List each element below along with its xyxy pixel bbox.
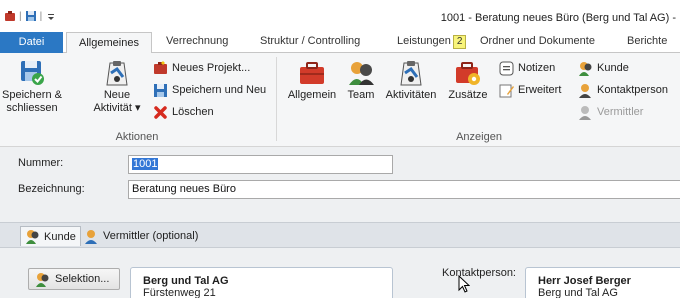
vermittler-button[interactable]: Vermittler xyxy=(578,104,643,120)
neue-aktivitaet-button[interactable]: Neue Aktivität ▾ xyxy=(88,59,146,115)
customize-qat-icon[interactable] xyxy=(45,10,57,22)
activity-clipboard-icon xyxy=(103,59,131,87)
contact-person-icon xyxy=(578,83,593,98)
save-close-icon xyxy=(18,59,46,87)
app-icon[interactable] xyxy=(4,10,16,22)
customer-panel: Selektion... Berg und Tal AG Fürstenweg … xyxy=(0,248,680,298)
speichern-label-1: Speichern & xyxy=(2,89,62,101)
speichern-label-2: schliessen xyxy=(6,102,58,114)
extras-briefcase-gear-icon xyxy=(454,59,482,87)
extended-edit-icon xyxy=(499,83,514,98)
group-label-aktionen: Aktionen xyxy=(115,131,159,143)
vermittler-label: Vermittler xyxy=(597,106,644,118)
notizen-button[interactable]: Notizen xyxy=(499,60,555,76)
neue-label-1: Neue xyxy=(103,89,131,101)
nummer-label: Nummer: xyxy=(18,157,64,169)
notizen-label: Notizen xyxy=(518,62,556,74)
kunde-button[interactable]: Kunde xyxy=(578,60,629,76)
subtab-kunde[interactable]: Kunde xyxy=(20,226,81,246)
bezeichnung-field[interactable]: Beratung neues Büro xyxy=(128,180,680,199)
tab-ordner-dokumente[interactable]: Ordner und Dokumente xyxy=(480,35,595,47)
tab-leistungen-label: Leistungen xyxy=(397,35,451,47)
team-label: Team xyxy=(347,89,375,101)
neue-label-2: Aktivität ▾ xyxy=(93,102,141,114)
mouse-cursor-icon xyxy=(458,275,470,293)
aktivitaeten-label: Aktivitäten xyxy=(385,89,437,101)
ribbon: Speichern & schliessen Neue Aktivität ▾ … xyxy=(0,53,680,147)
nummer-field[interactable]: 1001 xyxy=(128,155,393,174)
qat-separator: | xyxy=(39,10,43,22)
title-bar: | | 1001 - Beratung neues Büro (Berg und… xyxy=(0,0,680,32)
tab-struktur-controlling[interactable]: Struktur / Controlling xyxy=(260,35,360,47)
selektion-label: Selektion... xyxy=(55,273,110,285)
customer-icon xyxy=(578,61,593,76)
new-project-icon xyxy=(153,60,168,76)
group-separator xyxy=(276,57,277,141)
aktivitaeten-view-button[interactable]: Aktivitäten xyxy=(381,59,441,102)
kontaktperson-button[interactable]: Kontaktperson xyxy=(578,82,668,98)
speichern-neu-button[interactable]: Speichern und Neu xyxy=(153,82,266,98)
zusaetze-view-button[interactable]: Zusätze xyxy=(445,59,491,102)
tab-berichte[interactable]: Berichte xyxy=(627,35,667,47)
tab-allgemeines[interactable]: Allgemeines xyxy=(66,32,152,54)
contact-company: Berg und Tal AG xyxy=(538,287,618,298)
loeschen-label: Löschen xyxy=(172,106,214,118)
speichern-schliessen-button[interactable]: Speichern & schliessen xyxy=(2,59,62,115)
neues-projekt-label: Neues Projekt... xyxy=(172,62,251,74)
save-new-icon xyxy=(153,83,168,98)
customer-name: Berg und Tal AG xyxy=(143,275,229,287)
briefcase-icon xyxy=(298,59,326,87)
kontaktperson-label: Kontaktperson xyxy=(597,84,668,96)
erweitert-button[interactable]: Erweitert xyxy=(499,82,561,98)
kunde-label: Kunde xyxy=(597,62,629,74)
tab-leistungen[interactable]: Leistungen 2 xyxy=(397,35,467,49)
team-icon xyxy=(347,59,375,87)
customer-card[interactable]: Berg und Tal AG Fürstenweg 21 xyxy=(130,267,393,298)
allgemein-label: Allgemein xyxy=(287,89,337,101)
activities-clipboard-icon xyxy=(397,59,425,87)
selektion-button[interactable]: Selektion... xyxy=(28,268,120,290)
bezeichnung-label: Bezeichnung: xyxy=(18,183,85,195)
contact-card[interactable]: Herr Josef Berger Berg und Tal AG xyxy=(525,267,680,298)
save-icon[interactable] xyxy=(25,10,37,22)
contact-name: Herr Josef Berger xyxy=(538,275,631,287)
tab-verrechnung[interactable]: Verrechnung xyxy=(166,35,228,47)
erweitert-label: Erweitert xyxy=(518,84,562,96)
team-view-button[interactable]: Team xyxy=(343,59,379,102)
qat-separator: | xyxy=(19,10,22,22)
nummer-value: 1001 xyxy=(132,158,159,170)
kontaktperson-field-label: Kontaktperson: xyxy=(442,267,516,279)
subtab-kunde-label: Kunde xyxy=(44,230,76,243)
customer-subtabs: Kunde Vermittler (optional) xyxy=(0,222,680,248)
notes-icon xyxy=(499,61,514,76)
neues-projekt-button[interactable]: Neues Projekt... xyxy=(153,60,250,76)
customer-tab-icon xyxy=(25,229,40,244)
subtab-vermittler[interactable]: Vermittler (optional) xyxy=(80,226,202,246)
loeschen-button[interactable]: Löschen xyxy=(153,104,214,120)
quick-access-toolbar: | | xyxy=(4,10,57,22)
select-customer-icon xyxy=(35,272,50,287)
zusaetze-label: Zusätze xyxy=(448,89,488,101)
group-label-anzeigen: Anzeigen xyxy=(456,131,502,143)
tab-datei[interactable]: Datei xyxy=(0,32,63,53)
allgemein-view-button[interactable]: Allgemein xyxy=(283,59,341,102)
speichern-neu-label: Speichern und Neu xyxy=(172,84,267,96)
keytip-badge: 2 xyxy=(452,35,467,49)
customer-street: Fürstenweg 21 xyxy=(143,287,216,298)
broker-icon xyxy=(578,105,593,120)
broker-tab-icon xyxy=(84,229,99,244)
window-title: 1001 - Beratung neues Büro (Berg und Tal… xyxy=(440,12,676,24)
ribbon-tabs: Datei Allgemeines Verrechnung Struktur /… xyxy=(0,32,680,54)
subtab-vermittler-label: Vermittler (optional) xyxy=(103,230,199,242)
delete-icon xyxy=(153,105,168,120)
